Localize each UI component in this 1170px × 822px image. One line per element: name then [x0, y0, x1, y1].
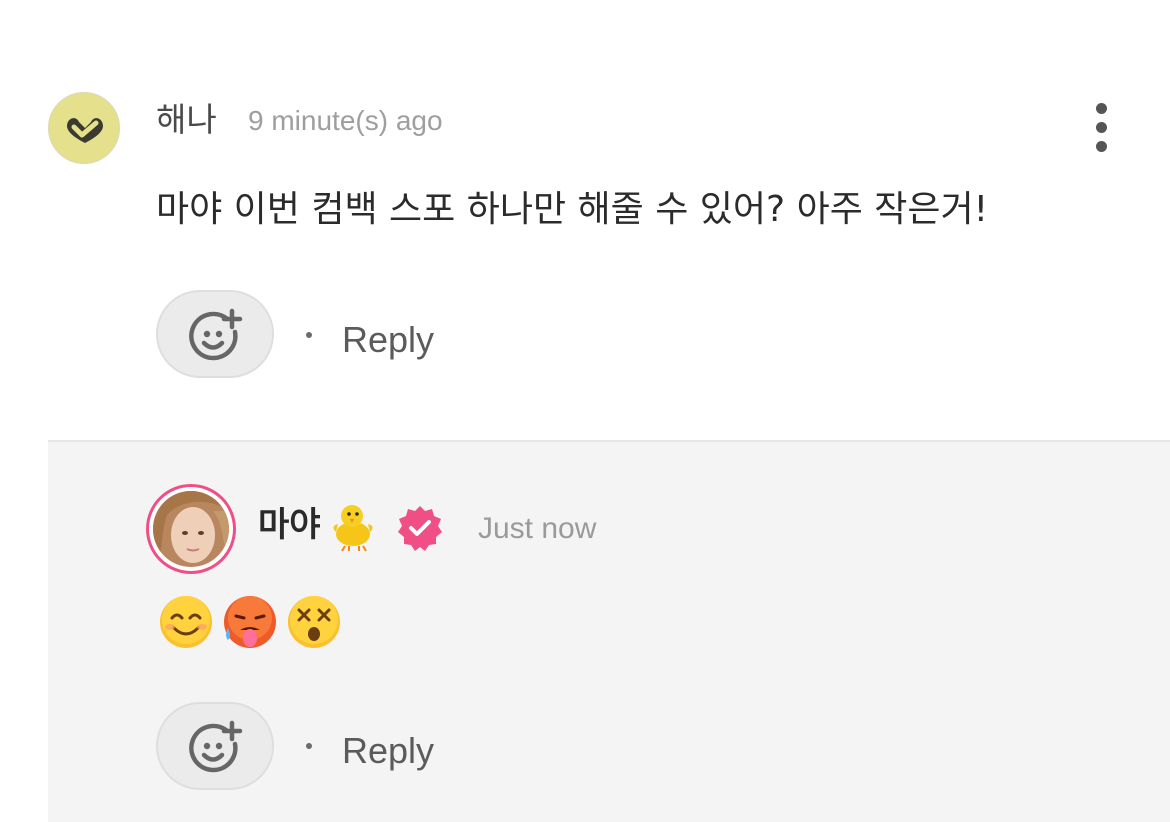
- smiling-face-icon: [160, 596, 212, 648]
- comment-card: 해나 9 minute(s) ago 마야 이번 컴백 스포 하나만 해줄 수 …: [0, 0, 1170, 440]
- separator-dot: [306, 743, 312, 749]
- reply-button[interactable]: Reply: [342, 726, 434, 776]
- separator-dot: [306, 332, 312, 338]
- comment-username[interactable]: 해나: [156, 96, 217, 144]
- add-reaction-button[interactable]: [156, 290, 274, 378]
- more-vertical-icon[interactable]: [1088, 100, 1116, 156]
- dizzy-face-icon: [288, 596, 340, 648]
- reply-button[interactable]: Reply: [342, 315, 434, 365]
- reply-username[interactable]: 마야: [258, 500, 321, 550]
- hot-face-icon: [224, 596, 276, 648]
- add-reaction-icon: [189, 308, 243, 361]
- chick-icon: [333, 505, 373, 552]
- avatar[interactable]: [48, 92, 120, 164]
- add-reaction-button[interactable]: [156, 702, 274, 790]
- add-reaction-icon: [189, 720, 243, 773]
- verified-badge-icon: [398, 506, 442, 551]
- avatar[interactable]: [146, 484, 236, 574]
- comment-timestamp: 9 minute(s) ago: [248, 105, 443, 136]
- comment-text: 마야 이번 컴백 스포 하나만 해줄 수 있어? 아주 작은거!: [156, 189, 989, 230]
- reply-timestamp: Just now: [478, 512, 597, 545]
- profile-photo: [153, 491, 229, 567]
- heart-check-icon: [67, 118, 103, 143]
